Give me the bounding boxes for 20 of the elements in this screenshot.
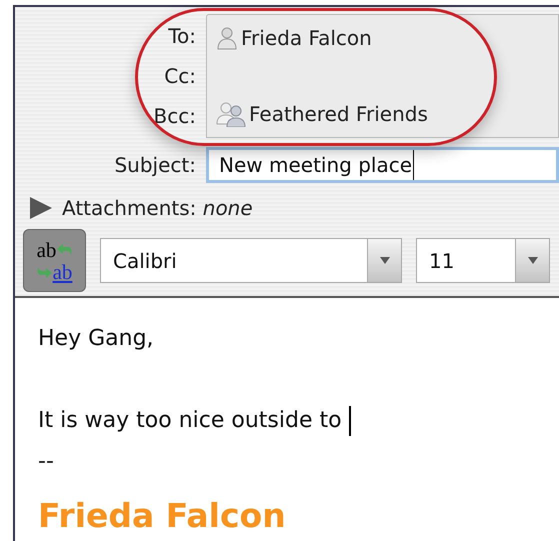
group-icon [215, 101, 247, 127]
subject-field[interactable]: New meeting place [206, 147, 559, 183]
message-line: Hey Gang, [38, 325, 155, 353]
field-label: To: [168, 24, 196, 48]
message-line: It is way too nice outside to [38, 400, 559, 441]
recipient-name[interactable]: Feathered Friends [249, 99, 428, 129]
field-label: Cc: [164, 64, 196, 88]
font-dropdown[interactable]: Calibri [100, 238, 402, 283]
field-label: Bcc: [154, 104, 196, 128]
arrow-icon [36, 264, 53, 278]
signature-name: Frieda Falcon [38, 495, 287, 537]
subject-label: Subject: [113, 152, 197, 179]
arrow-icon [56, 242, 72, 256]
format-toggle-button[interactable]: ab ab [23, 229, 86, 292]
message-line: -- [38, 448, 55, 476]
disclosure-triangle-icon[interactable] [30, 197, 52, 219]
size-dropdown[interactable]: 11 [416, 238, 550, 283]
attachments-text: Attachments: none [62, 195, 253, 222]
recipient-name[interactable]: Frieda Falcon [241, 23, 372, 53]
person-icon [215, 26, 239, 50]
